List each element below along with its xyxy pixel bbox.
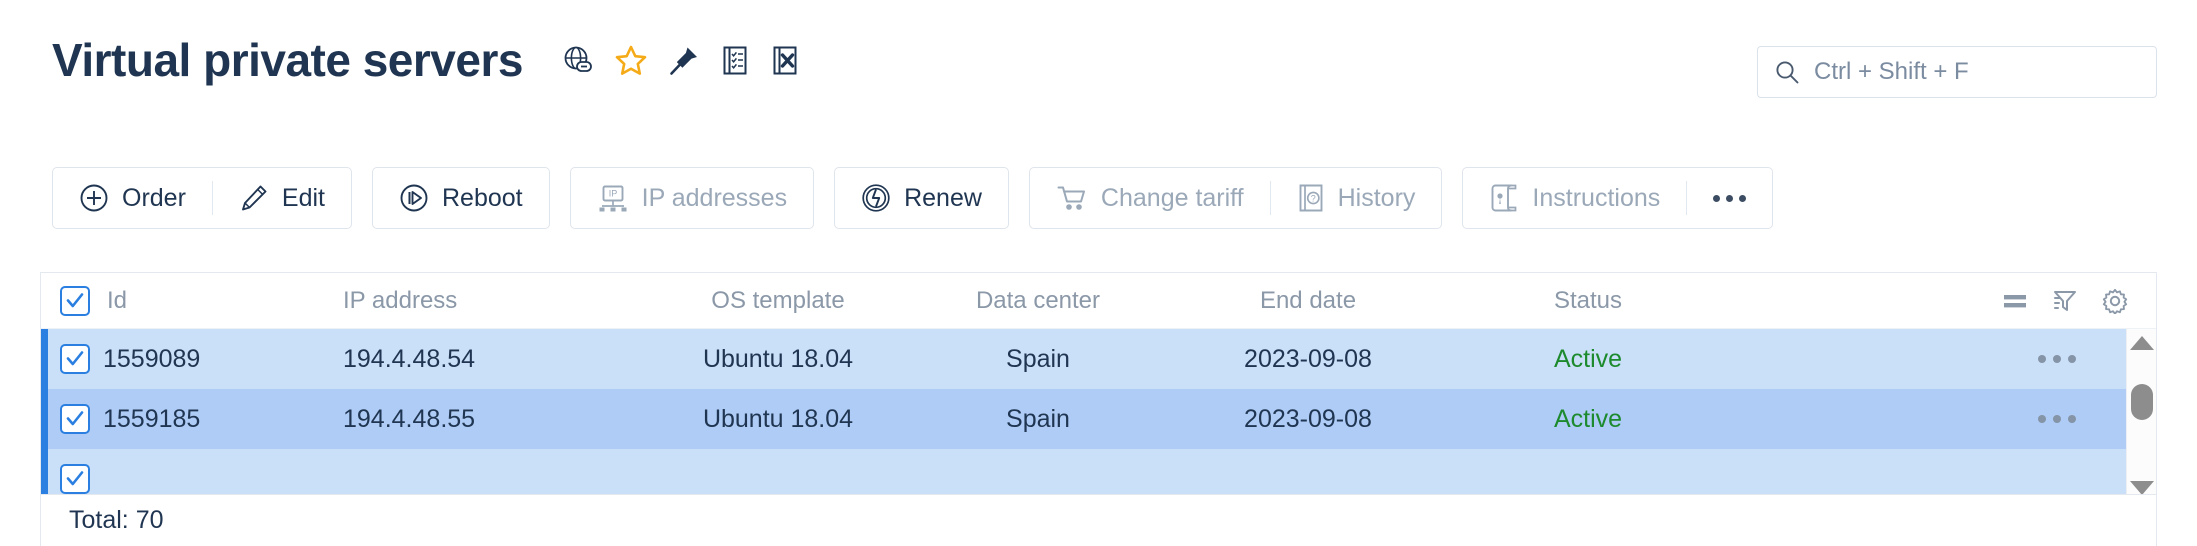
renew-button[interactable]: Renew bbox=[835, 168, 1008, 228]
action-toolbar: Order Edit Reboot IP IP addresses Renew … bbox=[52, 167, 1774, 229]
ip-addresses-button-label: IP addresses bbox=[641, 183, 788, 212]
column-header-status[interactable]: Status bbox=[1453, 287, 1723, 315]
cell-ip-address: 194.4.48.55 bbox=[343, 404, 476, 433]
column-header-end-date[interactable]: End date bbox=[1163, 287, 1453, 315]
search-input[interactable] bbox=[1814, 58, 2140, 86]
history-button-label: History bbox=[1337, 183, 1416, 212]
cell-actions bbox=[1723, 415, 2156, 423]
renew-icon bbox=[861, 183, 891, 213]
ip-monitor-icon: IP bbox=[597, 183, 629, 213]
cell-status: Active bbox=[1553, 344, 1623, 373]
renew-button-label: Renew bbox=[904, 183, 982, 212]
cell-os-template: Ubuntu 18.04 bbox=[702, 404, 854, 433]
cell-os-template: Ubuntu 18.04 bbox=[702, 344, 854, 373]
select-all-checkbox[interactable] bbox=[60, 285, 90, 316]
reboot-button-label: Reboot bbox=[442, 183, 523, 212]
row-select-cell bbox=[41, 344, 103, 374]
toolbar-group-renew: Renew bbox=[834, 167, 1009, 229]
more-actions-button[interactable] bbox=[1687, 168, 1772, 228]
row-selected-indicator bbox=[41, 389, 48, 449]
toolbar-group-instructions-more: Instructions bbox=[1462, 167, 1774, 229]
gear-icon[interactable] bbox=[2102, 288, 2128, 315]
edit-button[interactable]: Edit bbox=[213, 168, 351, 228]
more-dots-icon bbox=[1713, 194, 1747, 202]
cell-id: 1559185 bbox=[103, 404, 201, 433]
scroll-key-icon bbox=[1489, 183, 1519, 213]
row-checkbox[interactable] bbox=[60, 344, 90, 374]
cart-icon bbox=[1056, 183, 1088, 213]
toolbar-group-tariff-history: Change tariff ? History bbox=[1028, 167, 1443, 229]
pin-icon[interactable] bbox=[669, 45, 699, 76]
cell-end-date: 2023-09-08 bbox=[1244, 344, 1372, 373]
vps-list-page: Virtual private servers Ctrl + Shift + F… bbox=[0, 0, 2197, 546]
row-selected-indicator bbox=[41, 449, 48, 494]
history-button[interactable]: ? History bbox=[1271, 168, 1442, 228]
table-row[interactable]: 1559089 194.4.48.54 Ubuntu 18.04 Spain 2… bbox=[41, 329, 2156, 389]
checklist-report-icon[interactable] bbox=[721, 45, 749, 76]
servers-table: Id IP address OS template Data center En… bbox=[40, 272, 2157, 494]
column-header-os-template[interactable]: OS template bbox=[643, 287, 913, 315]
table-footer: Total: 70 bbox=[40, 494, 2157, 546]
book-question-icon: ? bbox=[1297, 183, 1325, 213]
row-checkbox[interactable] bbox=[60, 404, 90, 434]
table-header-row: Id IP address OS template Data center En… bbox=[41, 273, 2156, 329]
cell-data-center: Spain bbox=[1006, 344, 1070, 373]
order-button[interactable]: Order bbox=[53, 168, 212, 228]
edit-button-label: Edit bbox=[281, 183, 325, 212]
toolbar-group-ip: IP IP addresses bbox=[569, 167, 815, 229]
plus-circle-icon bbox=[79, 183, 109, 213]
search-icon bbox=[1774, 59, 1800, 85]
reboot-button[interactable]: Reboot bbox=[373, 168, 549, 228]
column-header-data-center[interactable]: Data center bbox=[913, 287, 1163, 315]
svg-text:IP: IP bbox=[608, 188, 617, 198]
cell-actions bbox=[1723, 355, 2156, 363]
page-title: Virtual private servers bbox=[52, 34, 523, 86]
total-count-label: Total: 70 bbox=[69, 506, 164, 534]
filter-sort-icon[interactable] bbox=[2052, 289, 2078, 313]
row-selected-indicator bbox=[41, 329, 48, 389]
scroll-thumb[interactable] bbox=[2130, 384, 2153, 420]
cell-ip-address: 194.4.48.54 bbox=[343, 344, 476, 373]
toolbar-group-reboot: Reboot bbox=[372, 167, 550, 229]
ip-addresses-button[interactable]: IP IP addresses bbox=[571, 168, 813, 228]
title-icon-bar bbox=[563, 45, 799, 76]
cell-status: Active bbox=[1553, 404, 1623, 433]
row-more-icon[interactable] bbox=[2038, 355, 2076, 363]
row-checkbox[interactable] bbox=[60, 464, 90, 494]
change-tariff-button-label: Change tariff bbox=[1100, 183, 1244, 212]
column-header-id[interactable]: Id bbox=[103, 287, 343, 315]
scroll-down-arrow-icon[interactable] bbox=[2129, 481, 2154, 494]
globe-link-icon[interactable] bbox=[563, 45, 593, 75]
scroll-up-arrow-icon[interactable] bbox=[2129, 336, 2154, 350]
table-vertical-scrollbar[interactable] bbox=[2126, 329, 2156, 494]
table-row[interactable]: 1559185 194.4.48.55 Ubuntu 18.04 Spain 2… bbox=[41, 389, 2156, 449]
row-select-cell bbox=[41, 464, 103, 494]
star-icon[interactable] bbox=[615, 45, 647, 76]
select-all-cell bbox=[41, 285, 103, 316]
cell-id: 1559089 bbox=[103, 344, 201, 373]
instructions-button[interactable]: Instructions bbox=[1463, 168, 1686, 228]
reboot-icon bbox=[399, 183, 429, 213]
pencil-icon bbox=[239, 183, 269, 213]
cell-data-center: Spain bbox=[1006, 404, 1070, 433]
row-select-cell bbox=[41, 404, 103, 434]
search-box[interactable] bbox=[1757, 46, 2157, 98]
toolbar-group-order-edit: Order Edit bbox=[52, 167, 352, 229]
table-row[interactable] bbox=[41, 449, 2156, 494]
excel-export-icon[interactable] bbox=[771, 45, 799, 76]
cell-end-date: 2023-09-08 bbox=[1244, 404, 1372, 433]
change-tariff-button[interactable]: Change tariff bbox=[1030, 168, 1270, 228]
svg-text:?: ? bbox=[1310, 193, 1315, 203]
row-more-icon[interactable] bbox=[2038, 415, 2076, 423]
row-density-icon[interactable] bbox=[2002, 291, 2028, 311]
order-button-label: Order bbox=[122, 183, 186, 212]
column-header-ip-address[interactable]: IP address bbox=[343, 287, 643, 315]
instructions-button-label: Instructions bbox=[1532, 183, 1661, 212]
table-header-tools bbox=[2002, 288, 2128, 315]
